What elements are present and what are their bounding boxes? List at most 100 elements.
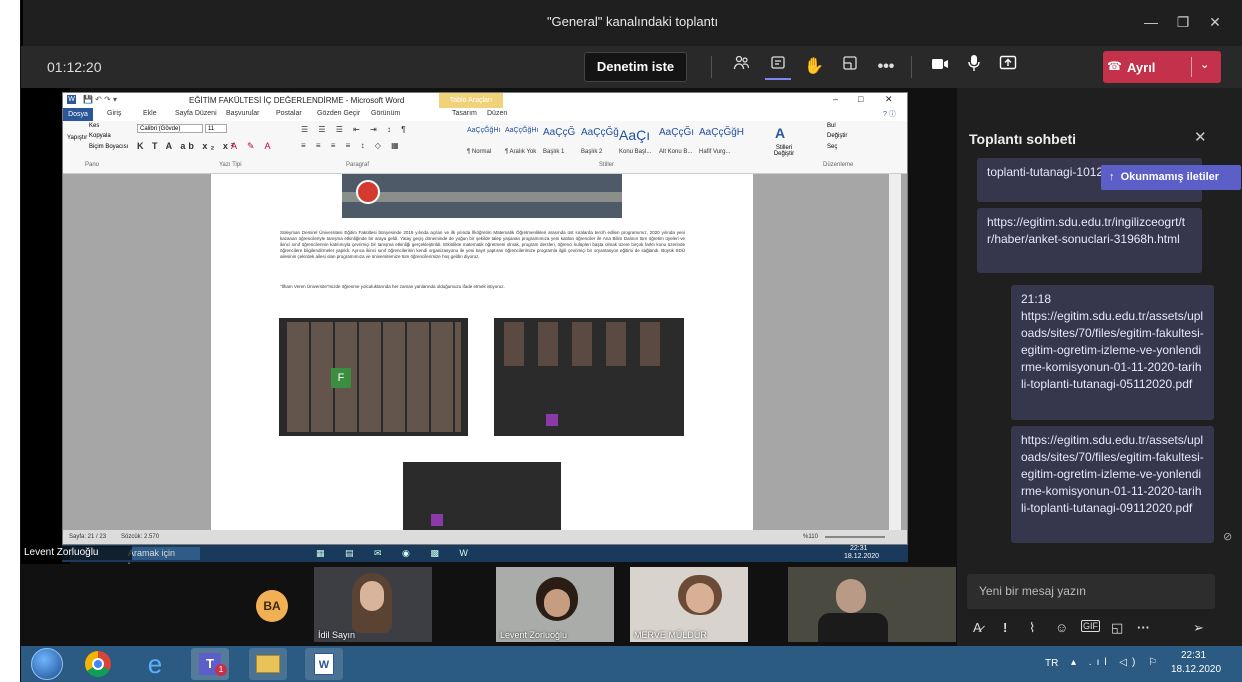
emoji-icon[interactable]: ☺ [1055,620,1068,635]
camera-icon[interactable] [927,54,953,80]
chat-message[interactable]: https://egitim.sdu.edu.tr/ingilizceogrt/… [977,208,1202,273]
cut-button[interactable]: Kes [89,123,99,129]
paste-button[interactable]: Yapıştır [67,135,87,141]
tab-design[interactable]: Tasarım [452,110,477,117]
divider [711,56,712,78]
find-button[interactable]: Bul [827,123,836,129]
leave-button[interactable]: ☎ Ayrıl ⌄ [1103,51,1221,83]
raise-hand-icon[interactable]: ✋ [801,54,827,80]
gif-icon[interactable]: GIF [1081,620,1100,632]
maximize-icon[interactable]: ❐ [1173,12,1193,32]
style-name[interactable]: Başlık 2 [581,149,602,155]
change-styles-button[interactable]: Stilleri Değiştir [769,145,799,157]
style-name[interactable]: Başlık 1 [543,149,564,155]
style-sample[interactable]: AaÇçĞğHı [505,127,538,134]
video-tile[interactable]: MERVE MÜLDÜR [630,567,748,642]
style-name[interactable]: Konu Başl... [619,149,651,155]
start-button[interactable] [31,648,63,680]
style-sample[interactable]: AaÇçĞğHı [467,127,500,134]
style-name[interactable]: ¶ Aralık Yok [505,149,536,155]
important-icon[interactable]: ! [1003,620,1007,635]
font-size-select[interactable]: 11 [205,124,227,133]
participants-icon[interactable] [729,54,755,80]
word-icon[interactable]: W [305,648,343,680]
tab-file[interactable]: Dosya [63,108,93,121]
replace-button[interactable]: Değiştir [827,133,847,139]
font-format-buttons[interactable]: K T A ab x₂ x² [137,141,237,151]
more-options-icon[interactable]: ••• [873,54,899,80]
tab-references[interactable]: Başvurular [226,110,259,117]
language-indicator[interactable]: TR [1045,658,1058,669]
close-icon[interactable]: ✕ [1194,128,1207,146]
list-buttons[interactable]: ☰ ☰ ☰ ⇤ ⇥ ↕ ¶ [301,125,410,134]
style-sample[interactable]: AaÇçĞ [543,127,575,138]
file-explorer-icon[interactable] [249,648,287,680]
chat-message-text[interactable]: https://egitim.sdu.edu.tr/ingilizceogrt/… [987,215,1185,246]
send-icon[interactable]: ➢ [1193,620,1204,636]
title-bar: "General" kanalındaki toplantı — ❐ ✕ [21,0,1242,46]
close-icon[interactable]: ✕ [1205,12,1225,32]
tab-layout[interactable]: Düzen [487,110,507,117]
style-sample[interactable]: AaÇçĞı [659,127,694,138]
meeting-screenshot-2 [494,318,684,436]
copy-button[interactable]: Kopyala [89,133,111,139]
word-close-icon[interactable]: ✕ [885,94,893,105]
attach-icon[interactable]: ⌇ [1029,620,1035,636]
shared-time: 22:31 [850,545,868,552]
help-icon[interactable]: ? ⓘ [883,109,896,119]
format-icon[interactable]: A̷ [973,620,982,635]
chat-message-text[interactable]: https://egitim.sdu.edu.tr/assets/uploads… [1021,433,1204,515]
internet-explorer-icon[interactable]: e [136,648,174,680]
sticker-icon[interactable]: ◱ [1111,620,1123,636]
video-tile[interactable]: Levent Zorluoğlu [496,567,614,642]
word-status-bar: Sayfa: 21 / 23 Sözcük: 2.570 %110 [63,530,907,544]
align-buttons[interactable]: ≡ ≡ ≡ ≡ ↕ ◇ ▦ [301,141,403,150]
format-painter-button[interactable]: Biçim Boyacısı [89,144,128,150]
avatar[interactable]: BA [256,590,288,622]
change-styles-icon[interactable]: A [775,125,797,143]
font-name-select[interactable]: Calibri (Gövde) [137,124,203,133]
style-name[interactable]: Alt Konu B... [659,149,692,155]
word-document-area[interactable]: Süleyman Demirel Üniversitesi Eğitim Fak… [63,174,907,530]
chat-message[interactable]: https://egitim.sdu.edu.tr/assets/uploads… [1011,426,1214,543]
tab-review[interactable]: Gözden Geçir [317,110,360,117]
microphone-icon[interactable] [961,54,987,80]
message-compose-input[interactable]: Yeni bir mesaj yazın [967,574,1215,609]
tab-mailings[interactable]: Postalar [276,110,302,117]
word-restore-icon[interactable]: □ [858,94,863,104]
share-screen-icon[interactable] [995,54,1021,80]
word-window[interactable]: W 💾 ↶ ↷ ▾ EĞİTİM FAKÜLTESİ İÇ DEĞERLENDİ… [62,92,908,545]
chat-message[interactable]: 21:18 https://egitim.sdu.edu.tr/assets/u… [1011,285,1214,420]
tab-page-layout[interactable]: Sayfa Düzeni [175,110,217,117]
chat-message-text[interactable]: https://egitim.sdu.edu.tr/assets/uploads… [1021,308,1204,393]
tab-insert[interactable]: Ekle [143,110,157,117]
style-sample[interactable]: AaÇçĞğH [699,127,744,138]
word-minimize-icon[interactable]: – [833,94,838,104]
minimize-icon[interactable]: — [1141,12,1161,32]
video-tile[interactable] [788,567,956,642]
tab-view[interactable]: Görünüm [371,110,400,117]
hangup-icon: ☎ [1107,59,1122,73]
video-tile[interactable]: İdil Sayın [314,567,432,642]
style-name[interactable]: ¶ Normal [467,149,491,155]
style-sample[interactable]: AaÇçĞğ [581,127,619,138]
request-control-button[interactable]: Denetim iste [584,52,687,82]
more-options-icon[interactable]: ··· [1137,620,1150,635]
word-count: Sözcük: 2.570 [121,534,160,540]
style-sample[interactable]: AaÇı [619,127,650,143]
style-name[interactable]: Hafif Vurg... [699,149,730,155]
chrome-icon[interactable] [79,648,117,680]
zoom-slider[interactable] [825,536,885,538]
chat-icon[interactable] [765,54,791,80]
tab-home[interactable]: Giriş [107,110,121,117]
clock-date[interactable]: 18.12.2020 [1171,664,1221,675]
teams-icon[interactable]: T 1 [191,648,229,680]
unread-messages-button[interactable]: ↑ Okunmamış iletiler [1101,165,1241,190]
breakout-icon[interactable] [837,54,863,80]
clock-time[interactable]: 22:31 [1181,650,1206,661]
vertical-scrollbar[interactable] [889,174,901,530]
font-color-buttons[interactable]: A ✎ A [231,141,275,152]
tray-icons[interactable]: ▴ .ıl ◁) ⚐ [1071,657,1162,668]
chevron-down-icon[interactable]: ⌄ [1200,58,1209,71]
select-button[interactable]: Seç [827,144,837,150]
